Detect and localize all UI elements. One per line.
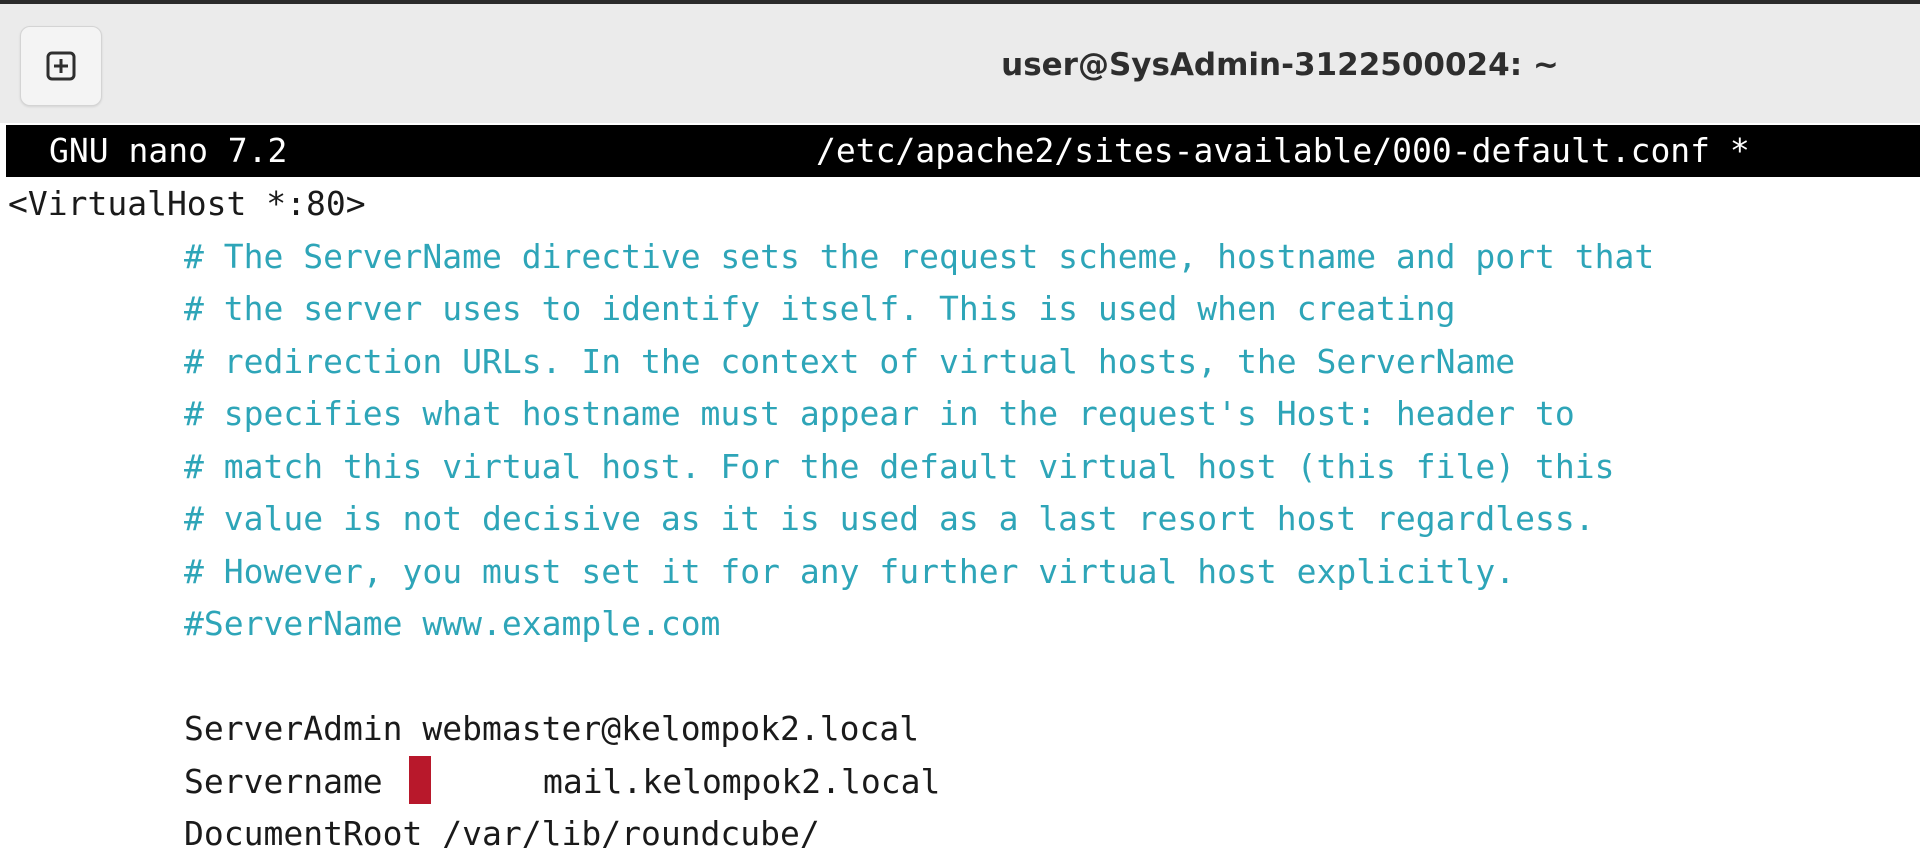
- comment-line: # redirection URLs. In the context of vi…: [184, 342, 1516, 381]
- editor-line: Servername: [184, 762, 383, 801]
- terminal-window: user@SysAdmin-3122500024: ~ GNU nano 7.2…: [0, 0, 1920, 866]
- editor-line: <VirtualHost *:80>: [8, 184, 366, 223]
- editor-line: mail.kelompok2.local: [543, 762, 941, 801]
- text-cursor: [409, 756, 431, 804]
- editor-area[interactable]: <VirtualHost *:80> # The ServerName dire…: [0, 0, 1920, 866]
- comment-line: # The ServerName directive sets the requ…: [184, 237, 1655, 276]
- comment-line: # match this virtual host. For the defau…: [184, 447, 1615, 486]
- comment-line: #ServerName www.example.com: [184, 604, 721, 643]
- comment-line: # value is not decisive as it is used as…: [184, 499, 1595, 538]
- editor-line: ServerAdmin webmaster@kelompok2.local: [184, 709, 920, 748]
- editor-line: DocumentRoot /var/lib/roundcube/: [184, 814, 820, 853]
- comment-line: # However, you must set it for any furth…: [184, 552, 1516, 591]
- comment-line: # specifies what hostname must appear in…: [184, 394, 1575, 433]
- comment-line: # the server uses to identify itself. Th…: [184, 289, 1456, 328]
